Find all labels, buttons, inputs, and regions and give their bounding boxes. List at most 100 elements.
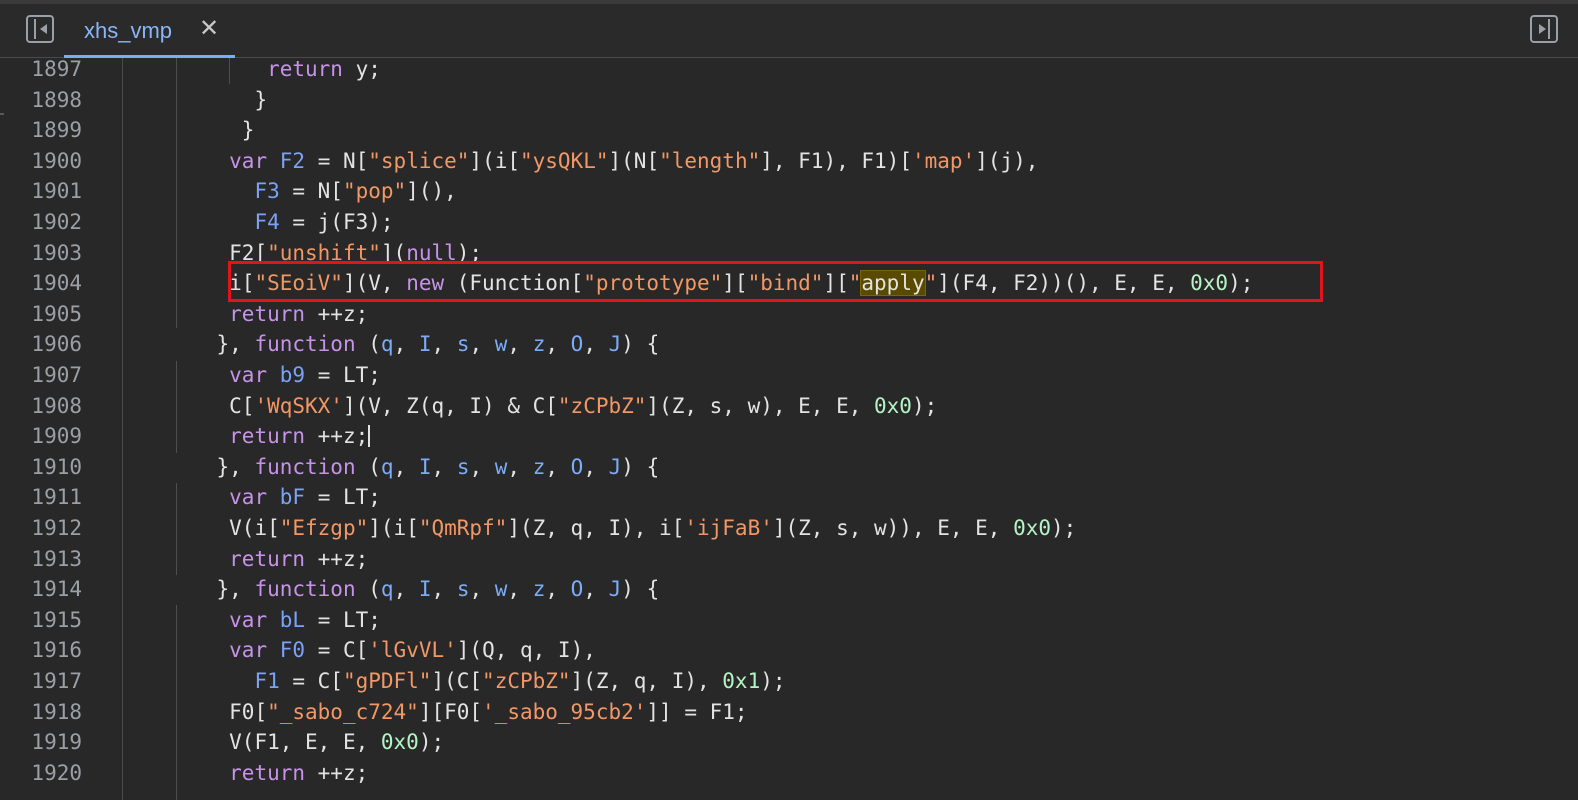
parameter-token: w: [494, 577, 508, 602]
line-number: 1919: [31, 730, 82, 755]
line-number: 1913: [31, 546, 82, 571]
toggle-bar: [34, 19, 36, 39]
code-line[interactable]: 1915 var bL = LT;: [0, 605, 1578, 636]
number-token: 0x1: [722, 669, 761, 693]
code-token: = N[: [279, 179, 343, 204]
code-token: },: [216, 454, 255, 479]
code-token: ](j),: [975, 148, 1039, 173]
identifier-token: F1: [254, 669, 280, 693]
string-token: 'lGvVL': [368, 638, 457, 663]
code-token: ) {: [621, 577, 660, 602]
code-token: ) {: [621, 454, 660, 479]
code-text: F0["_sabo_c724"][F0['_sabo_95cb2']] = F1…: [128, 697, 747, 728]
string-token: "Efzgp": [279, 516, 369, 540]
keyword-token: return: [229, 760, 306, 785]
identifier-token: F3: [254, 179, 280, 204]
code-line[interactable]: 1905 return ++z;: [0, 299, 1578, 330]
line-number: 1909: [31, 424, 82, 449]
code-editor[interactable]: 1897 return y; 1898 } 1899 } 1900 var F2 = …: [0, 58, 1578, 800]
keyword-token: var: [229, 607, 268, 632]
sidebar-right-toggle-icon[interactable]: [1530, 15, 1558, 43]
keyword-token: var: [229, 363, 268, 387]
identifier-token: F4: [254, 210, 280, 234]
code-text: var b9 = LT;: [128, 360, 381, 391]
code-line[interactable]: 1897 return y;: [0, 58, 1578, 85]
line-number: 1900: [31, 148, 82, 173]
code-token: = C[: [279, 669, 343, 693]
code-token: ,: [431, 577, 457, 602]
code-line[interactable]: 1913 return ++z;: [0, 544, 1578, 575]
code-token: ](N[: [608, 148, 660, 173]
code-line[interactable]: 1899 }: [0, 115, 1578, 146]
code-text: return ++z;: [128, 758, 368, 789]
string-token: 'map': [911, 148, 976, 173]
parameter-token: I: [418, 577, 432, 602]
sidebar-left-toggle-icon[interactable]: [26, 15, 54, 43]
keyword-token: return: [229, 546, 306, 571]
string-token: 'WqSKX': [254, 393, 343, 418]
line-number: 1899: [31, 118, 82, 143]
keyword-token: function: [254, 332, 356, 357]
code-token: );: [760, 669, 786, 693]
code-line[interactable]: 1916 var F0 = C['lGvVL'](Q, q, I),: [0, 635, 1578, 666]
toggle-bar: [1548, 19, 1550, 39]
line-number: 1916: [31, 638, 82, 663]
code-line[interactable]: 1917 F1 = C["gPDFl"](C["zCPbZ"](Z, q, I)…: [0, 666, 1578, 697]
identifier-token: b9: [279, 363, 306, 387]
code-token: ++z;: [305, 424, 369, 449]
code-line[interactable]: 1902 F4 = j(F3);: [0, 207, 1578, 238]
string-token: "zCPbZ": [482, 669, 571, 693]
code-line[interactable]: 1901 F3 = N["pop"](),: [0, 176, 1578, 207]
code-token: = LT;: [305, 485, 381, 510]
code-token: ](Z, q, I),: [570, 669, 723, 693]
tab-xhs-vmp[interactable]: xhs_vmp ✕: [64, 4, 235, 58]
code-text: C['WqSKX'](V, Z(q, I) & C["zCPbZ"](Z, s,…: [128, 391, 937, 422]
code-line[interactable]: 1910 }, function (q, I, s, w, z, O, J) {: [0, 452, 1578, 483]
close-icon[interactable]: ✕: [199, 15, 219, 41]
code-text: }: [128, 115, 255, 146]
code-token: ,: [431, 454, 457, 479]
code-line[interactable]: 1908 C['WqSKX'](V, Z(q, I) & C["zCPbZ"](…: [0, 391, 1578, 422]
code-token: F0[: [229, 699, 268, 724]
parameter-token: z: [532, 577, 546, 602]
parameter-token: O: [570, 454, 584, 479]
code-line[interactable]: 1918 F0["_sabo_c724"][F0['_sabo_95cb2']]…: [0, 697, 1578, 728]
code-line[interactable]: 1906 }, function (q, I, s, w, z, O, J) {: [0, 329, 1578, 360]
code-line[interactable]: 1907 var b9 = LT;: [0, 360, 1578, 391]
code-token: ,: [545, 577, 571, 602]
code-text: var F0 = C['lGvVL'](Q, q, I),: [128, 635, 596, 666]
code-line[interactable]: 1920 return ++z;: [0, 758, 1578, 789]
code-token: V(i[: [229, 516, 280, 540]
parameter-token: I: [418, 332, 432, 357]
toggle-arrow: [1539, 24, 1546, 34]
code-token: = C[: [305, 638, 369, 663]
code-token: ++z;: [305, 301, 369, 326]
code-line[interactable]: 1909 return ++z;: [0, 421, 1578, 452]
code-line[interactable]: 1919 V(F1, E, E, 0x0);: [0, 727, 1578, 758]
parameter-token: s: [456, 454, 470, 479]
code-line[interactable]: 1900 var F2 = N["splice"](i["ysQKL"](N["…: [0, 146, 1578, 177]
code-text: var bF = LT;: [128, 482, 381, 513]
code-line[interactable]: 1914 }, function (q, I, s, w, z, O, J) {: [0, 574, 1578, 605]
tab-bar: xhs_vmp ✕: [0, 0, 1578, 58]
code-text: }: [128, 85, 267, 116]
keyword-token: return: [229, 301, 306, 326]
code-line[interactable]: 1898 }: [0, 85, 1578, 116]
code-text: return ++z;: [128, 299, 368, 330]
string-token: "pop": [342, 179, 407, 204]
code-token: ,: [583, 454, 609, 479]
code-token: (: [355, 577, 381, 602]
code-line[interactable]: 1912 V(i["Efzgp"](i["QmRpf"](Z, q, I), i…: [0, 513, 1578, 544]
code-line[interactable]: 1911 var bF = LT;: [0, 482, 1578, 513]
code-token: = N[: [305, 148, 369, 173]
code-token: },: [216, 332, 255, 357]
line-number: 1917: [31, 669, 82, 693]
code-token: ++z;: [305, 760, 369, 785]
code-token: ,: [583, 332, 609, 357]
number-token: 0x0: [1013, 516, 1052, 540]
keyword-token: var: [229, 148, 268, 173]
code-text: V(i["Efzgp"](i["QmRpf"](Z, q, I), i['ijF…: [128, 513, 1076, 544]
keyword-token: function: [254, 577, 356, 602]
